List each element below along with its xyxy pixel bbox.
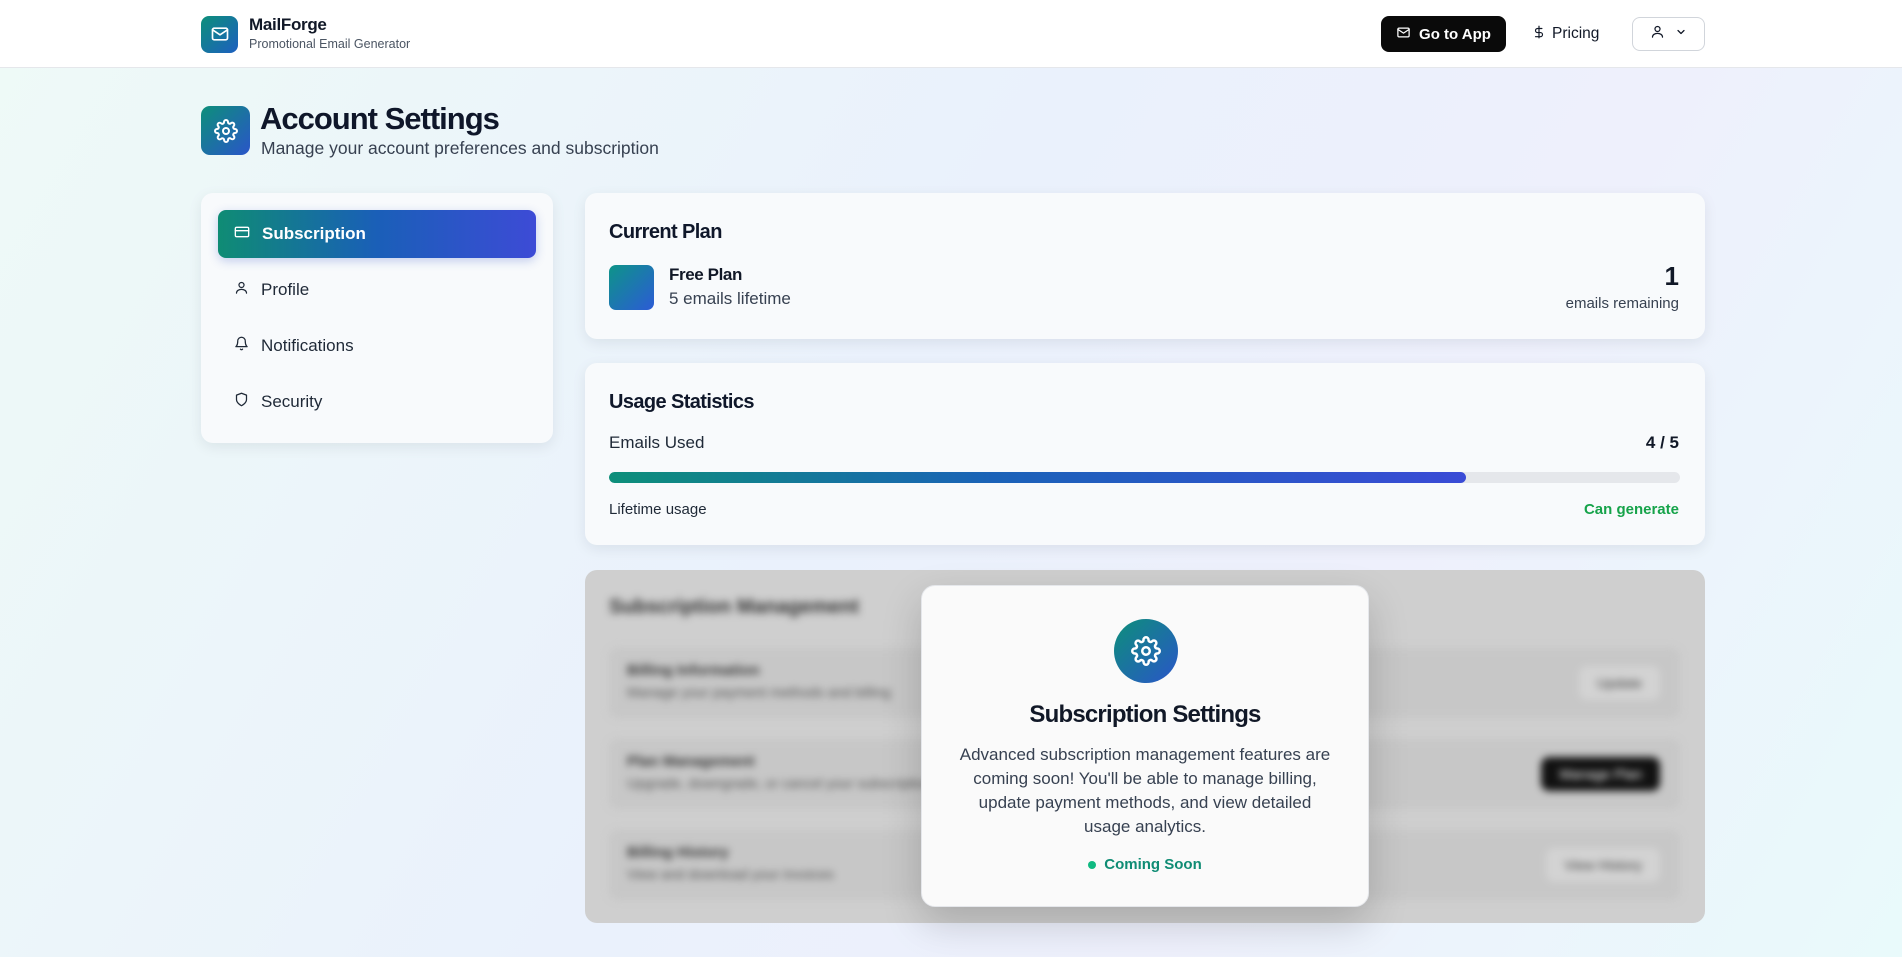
sidebar-item-label: Notifications (261, 336, 354, 355)
chevron-down-icon (1675, 25, 1687, 43)
coming-soon-badge: Coming Soon (922, 856, 1368, 873)
row-title: Billing History (627, 844, 729, 861)
user-icon (1650, 24, 1665, 44)
card-title: Usage Statistics (609, 391, 755, 413)
pricing-link[interactable]: Pricing (1524, 16, 1607, 52)
row-description: View and download your invoices (627, 866, 834, 882)
go-to-app-label: Go to App (1419, 25, 1491, 43)
brand[interactable]: MailForge Promotional Email Generator (201, 15, 410, 53)
emails-used-label: Emails Used (609, 433, 705, 452)
manage-plan-button[interactable]: Manage Plan (1541, 757, 1660, 791)
usage-progress-bar (609, 472, 1680, 483)
modal-title: Subscription Settings (1029, 701, 1261, 728)
settings-sidebar: Subscription Profile Notifications Secur… (201, 193, 553, 443)
shield-icon (234, 392, 249, 412)
status-dot-icon (1088, 860, 1097, 869)
emails-remaining-label: emails remaining (1565, 295, 1679, 312)
usage-statistics-card: Usage Statistics Emails Used 4 / 5 Lifet… (585, 363, 1705, 545)
page-title: Account Settings (260, 101, 500, 136)
lifetime-usage-label: Lifetime usage (609, 501, 707, 518)
view-history-button[interactable]: View History (1546, 848, 1660, 882)
row-description: Upgrade, downgrade, or cancel your subsc… (627, 775, 933, 791)
credit-card-icon (234, 224, 250, 245)
row-description: Manage your payment methods and billing (627, 684, 891, 700)
user-icon (234, 280, 249, 300)
modal-description: Advanced subscription management feature… (959, 745, 1331, 836)
pricing-label: Pricing (1552, 25, 1600, 42)
coming-soon-label: Coming Soon (1104, 856, 1202, 873)
usage-status: Can generate (1583, 501, 1679, 518)
sidebar-item-security[interactable]: Security (218, 378, 536, 426)
gear-icon (1114, 619, 1178, 683)
sidebar-item-label: Profile (261, 280, 310, 299)
row-title: Plan Management (627, 753, 755, 770)
mail-icon (1396, 25, 1411, 44)
top-navbar: MailForge Promotional Email Generator Go… (0, 0, 1902, 68)
card-title: Current Plan (609, 221, 722, 243)
sidebar-item-label: Security (261, 392, 323, 411)
go-to-app-button[interactable]: Go to App (1381, 16, 1506, 52)
gear-icon (201, 106, 250, 155)
page-subtitle: Manage your account preferences and subs… (261, 138, 659, 158)
usage-progress-fill (609, 472, 1466, 483)
brand-name: MailForge (249, 15, 327, 34)
row-title: Billing Information (627, 662, 760, 679)
card-title: Subscription Management (609, 596, 860, 618)
sidebar-item-subscription[interactable]: Subscription (218, 210, 536, 258)
sidebar-item-notifications[interactable]: Notifications (218, 322, 536, 370)
sidebar-item-profile[interactable]: Profile (218, 266, 536, 314)
emails-used-value: 4 / 5 (1645, 433, 1679, 452)
plan-name: Free Plan (669, 265, 742, 284)
sidebar-item-label: Subscription (262, 224, 366, 243)
emails-remaining-count: 1 (1664, 261, 1679, 291)
plan-icon (609, 265, 654, 310)
user-menu-button[interactable] (1632, 17, 1705, 51)
dollar-icon (1532, 24, 1546, 45)
update-billing-button[interactable]: Update (1578, 666, 1660, 700)
bell-icon (234, 336, 249, 356)
current-plan-card: Current Plan Free Plan 5 emails lifetime… (585, 193, 1705, 339)
plan-description: 5 emails lifetime (669, 289, 791, 308)
brand-subtitle: Promotional Email Generator (249, 37, 411, 51)
coming-soon-modal: Subscription Settings Advanced subscript… (921, 585, 1369, 907)
mail-icon (201, 15, 238, 53)
